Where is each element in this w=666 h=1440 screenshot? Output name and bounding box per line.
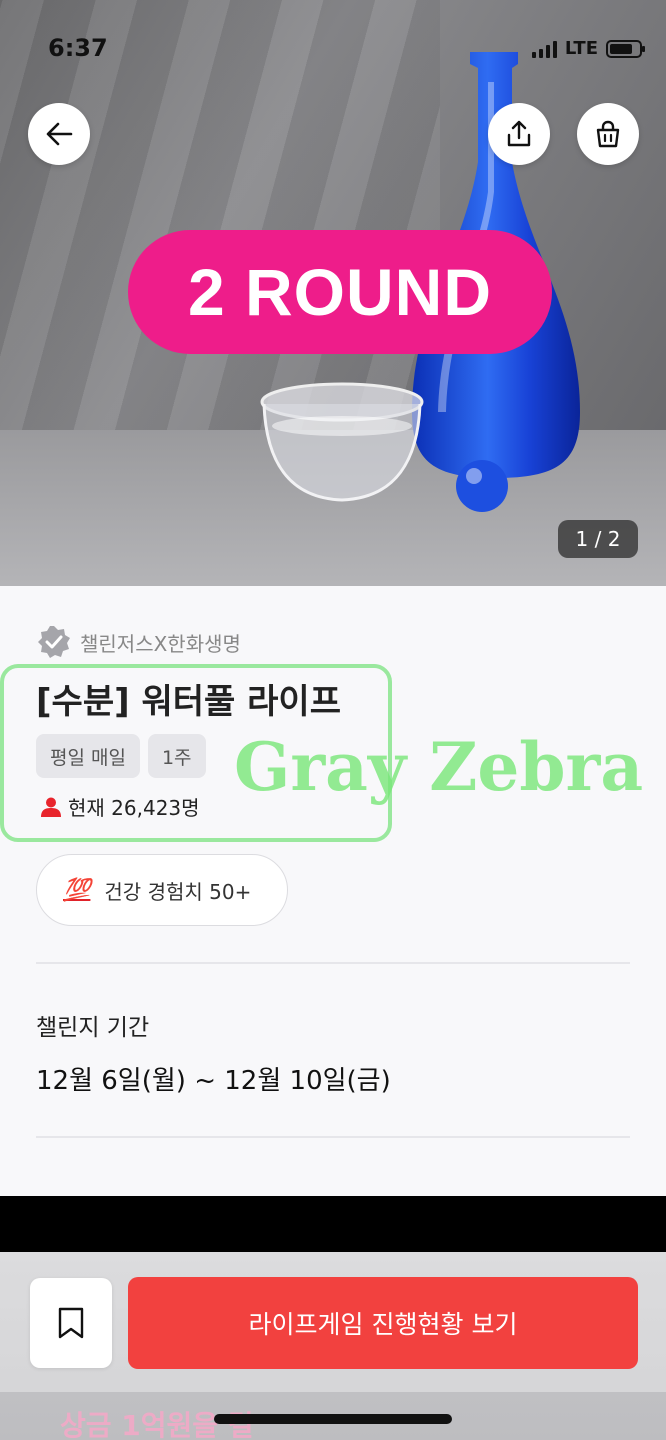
back-button[interactable] bbox=[28, 103, 90, 165]
person-icon bbox=[41, 797, 61, 817]
share-button[interactable] bbox=[488, 103, 550, 165]
verified-badge-icon bbox=[38, 626, 70, 658]
period-value: 12월 6일(월) ~ 12월 10일(금) bbox=[36, 1066, 391, 1096]
section-divider bbox=[36, 1136, 630, 1138]
tag-frequency: 평일 매일 bbox=[36, 734, 140, 778]
status-indicators: LTE bbox=[531, 38, 645, 59]
battery-icon bbox=[606, 39, 645, 58]
shopping-bag-icon bbox=[596, 120, 620, 148]
status-time: 6:37 bbox=[48, 34, 108, 62]
challenge-tags: 평일 매일 1주 bbox=[36, 734, 206, 778]
home-indicator bbox=[214, 1414, 452, 1424]
life-game-progress-button[interactable]: 라이프게임 진행현황 보기 bbox=[128, 1277, 638, 1369]
challenge-detail: 챌린저스X한화생명 [수분] 워터풀 라이프 평일 매일 1주 현재 26,42… bbox=[0, 586, 666, 1196]
experience-badge[interactable]: 💯 건강 경험치 50+ bbox=[36, 854, 288, 926]
challenge-title: [수분] 워터풀 라이프 bbox=[36, 682, 341, 722]
participants-row: 현재 26,423명 bbox=[40, 792, 200, 821]
brand-name: 챌린저스X한화생명 bbox=[80, 631, 241, 656]
banner-top-edge bbox=[0, 1196, 666, 1252]
hundred-points-icon: 💯 bbox=[63, 877, 91, 903]
bookmark-icon bbox=[58, 1307, 84, 1339]
section-divider bbox=[36, 962, 630, 964]
period-label: 챌린지 기간 bbox=[36, 1015, 150, 1041]
network-label: LTE bbox=[564, 38, 598, 59]
participants-count: 현재 26,423명 bbox=[68, 796, 200, 820]
brand-row: 챌린저스X한화생명 bbox=[36, 624, 241, 660]
round-badge: 2 ROUND bbox=[128, 230, 552, 354]
bottle-stopper-image bbox=[456, 460, 508, 512]
experience-label: 건강 경험치 50+ bbox=[104, 879, 252, 904]
cart-button[interactable] bbox=[577, 103, 639, 165]
tag-duration: 1주 bbox=[147, 734, 206, 778]
image-page-indicator: 1 / 2 bbox=[558, 520, 638, 558]
arrow-left-icon bbox=[46, 122, 73, 146]
signal-icon bbox=[531, 40, 557, 58]
bookmark-button[interactable] bbox=[30, 1278, 112, 1368]
status-bar: 6:37 LTE bbox=[0, 0, 666, 96]
share-icon bbox=[507, 120, 531, 147]
water-glass-image bbox=[260, 382, 424, 502]
